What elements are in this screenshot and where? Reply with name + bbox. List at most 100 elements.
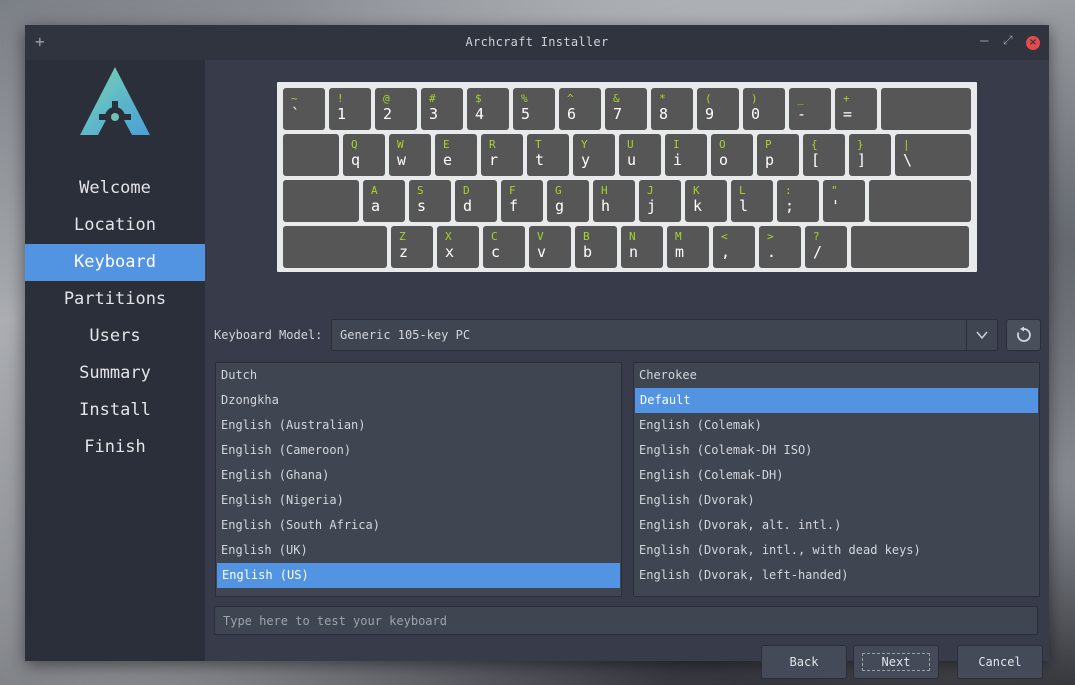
key: }] (849, 134, 891, 176)
chevron-down-icon[interactable] (966, 320, 997, 350)
key: ~ ` (283, 88, 325, 130)
key: $4 (467, 88, 509, 130)
key-main-label: z (399, 243, 409, 261)
key-main-label: 9 (705, 105, 715, 123)
key: (9 (697, 88, 739, 130)
variant-list-item[interactable]: English (Colemak-DH ISO) (634, 438, 1039, 463)
sidebar-item-users: Users (89, 326, 141, 346)
key: @2 (375, 88, 417, 130)
layout-list-item[interactable]: English (Ghana) (216, 463, 621, 488)
key: + = (835, 88, 877, 130)
key-main-label: n (629, 243, 639, 261)
keyboard-model-label: Keyboard Model: (214, 328, 323, 342)
key-shift-label: I (673, 138, 680, 151)
key-main-label: ` (291, 105, 301, 123)
key-main-label: 1 (337, 105, 347, 123)
variant-list-item[interactable]: English (Colemak) (634, 413, 1039, 438)
sidebar-item-partitions: Partitions (63, 289, 167, 309)
key-shift-label: S (417, 184, 424, 197)
key-main-label: b (583, 243, 593, 261)
archcraft-logo-icon (80, 67, 150, 135)
layout-list-item[interactable]: English (Nigeria) (216, 488, 621, 513)
key-shift-label: { (811, 138, 818, 151)
key: Jj (639, 180, 681, 222)
key: Xx (437, 226, 479, 268)
key (283, 134, 339, 176)
key-shift-label: " (831, 184, 838, 197)
key-main-label: l (739, 197, 749, 215)
key-shift-label: Z (399, 230, 406, 243)
key-shift-label: > (767, 230, 774, 243)
key-shift-label: + (843, 92, 850, 105)
key: Zz (391, 226, 433, 268)
key-main-label: 4 (475, 105, 485, 123)
layout-list-item[interactable]: English (Australian) (216, 413, 621, 438)
key-shift-label: T (535, 138, 542, 151)
key-shift-label: ? (813, 230, 820, 243)
next-button[interactable]: Next (853, 645, 939, 679)
key-shift-label: @ (383, 92, 390, 105)
key: Ff (501, 180, 543, 222)
keyboard-test-input[interactable] (214, 606, 1038, 635)
key-shift-label: * (659, 92, 666, 105)
key-shift-label: H (601, 184, 608, 197)
cancel-button[interactable]: Cancel (957, 645, 1043, 679)
key (869, 180, 971, 222)
layout-list-item[interactable]: English (South Africa) (216, 513, 621, 538)
reset-model-button[interactable] (1006, 319, 1041, 351)
layout-list-item[interactable]: English (US) (217, 563, 620, 588)
variant-list-item[interactable]: English (Dvorak, alt. intl.) (634, 513, 1039, 538)
key-main-label: . (767, 243, 777, 261)
key-shift-label: # (429, 92, 436, 105)
key: Aa (363, 180, 405, 222)
layout-list-item[interactable]: English (Cameroon) (216, 438, 621, 463)
variant-list-item[interactable]: Default (635, 388, 1038, 413)
layout-list-item[interactable]: Dzongkha (216, 388, 621, 413)
variant-list-item[interactable]: English (Dvorak, left-handed) (634, 563, 1039, 588)
key-main-label: j (647, 197, 657, 215)
key-shift-label: P (765, 138, 772, 151)
key: Dd (455, 180, 497, 222)
key-main-label: s (417, 197, 427, 215)
close-icon[interactable]: × (1026, 36, 1040, 50)
layout-list-item[interactable]: Dutch (216, 363, 621, 388)
variant-list-item[interactable]: Cherokee (634, 363, 1039, 388)
key: Tt (527, 134, 569, 176)
back-button[interactable]: Back (761, 645, 847, 679)
key-shift-label: X (445, 230, 452, 243)
key-shift-label: < (721, 230, 728, 243)
key (283, 180, 359, 222)
maximize-icon[interactable]: ⤢ (1003, 33, 1013, 48)
key-main-label: 3 (429, 105, 439, 123)
key: % 5 (513, 88, 555, 130)
key-main-label: u (627, 151, 637, 169)
key-main-label: [ (811, 151, 821, 169)
layout-list-item[interactable]: English (UK) (216, 538, 621, 563)
sidebar-item-install: Install (79, 400, 151, 420)
keyboard-variant-list[interactable]: Cherokee Default English (Colemak) English … (633, 362, 1040, 597)
key-shift-label: ) (751, 92, 758, 105)
keyboard-layout-list[interactable]: Dutch Dzongkha English (Australian) English… (215, 362, 622, 597)
key-main-label: w (397, 151, 407, 169)
key: Qq (343, 134, 385, 176)
key-shift-label: : (785, 184, 792, 197)
key: Vv (529, 226, 571, 268)
variant-list-item[interactable]: English (Colemak-DH) (634, 463, 1039, 488)
key-shift-label: G (555, 184, 562, 197)
main-panel: ~ `! 1 @2 #3 $4% 5 ^ 6 & 7 * 8(9) 0 _ - + = Qq Ww Ee Rr Tt Yy Uu… (205, 60, 1049, 679)
variant-list-item[interactable]: English (Dvorak) (634, 488, 1039, 513)
key-main-label: p (765, 151, 775, 169)
keyboard-model-select[interactable]: Generic 105-key PC (331, 319, 998, 351)
minimize-icon[interactable]: – (980, 33, 988, 49)
installer-window: + Archcraft Installer – ⤢ × Welcome Loca… (25, 25, 1049, 679)
key: Pp (757, 134, 799, 176)
key: Ee (435, 134, 477, 176)
window-title: Archcraft Installer (465, 35, 609, 49)
variant-list-item[interactable]: English (Dvorak, intl., with dead keys) (634, 538, 1039, 563)
key: Mm (667, 226, 709, 268)
key: Ss (409, 180, 451, 222)
key-shift-label: O (719, 138, 726, 151)
key: Ww (389, 134, 431, 176)
key-main-label: r (489, 151, 499, 169)
key-main-label: k (693, 197, 703, 215)
